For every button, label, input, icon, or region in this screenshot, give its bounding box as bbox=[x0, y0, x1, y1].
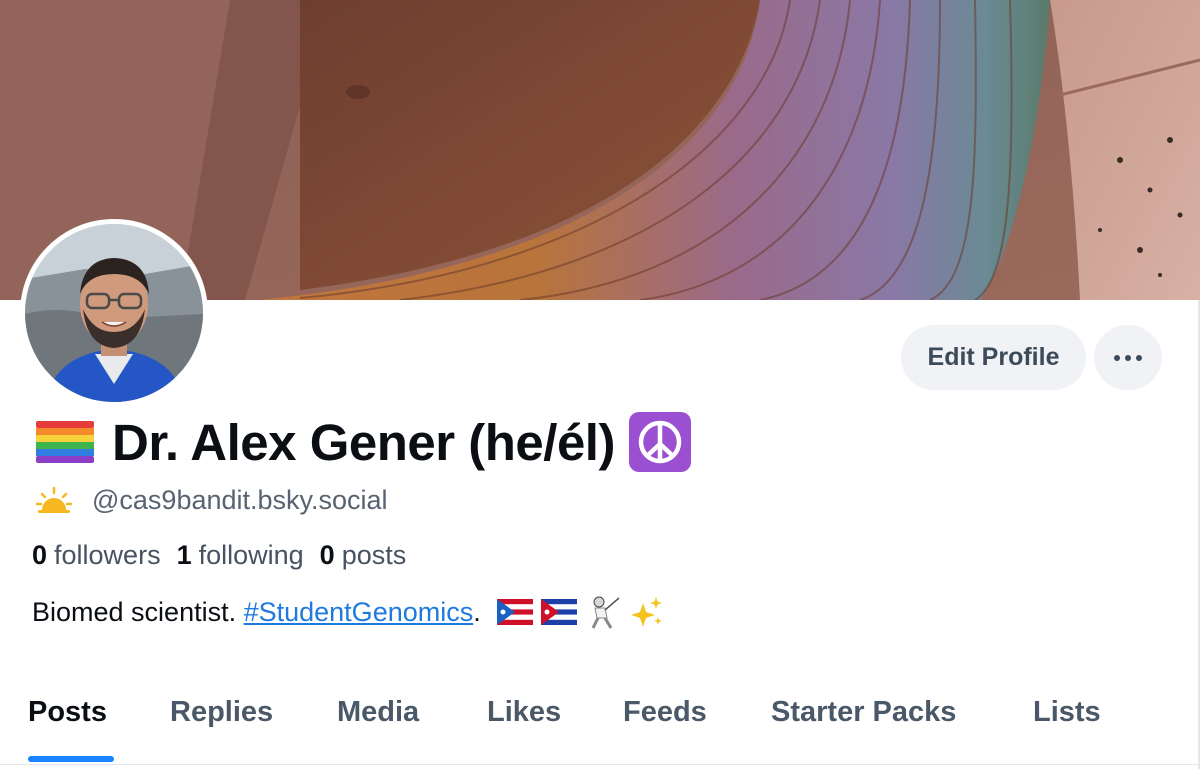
tab-feeds[interactable]: Feeds bbox=[623, 696, 707, 729]
ellipsis-icon bbox=[1114, 354, 1142, 361]
rainbow-flag-icon bbox=[36, 421, 94, 463]
profile-bio: Biomed scientist. #StudentGenomics . bbox=[32, 592, 665, 632]
tab-media[interactable]: Media bbox=[337, 696, 419, 729]
sparkles-icon bbox=[630, 597, 662, 627]
followers-label[interactable]: followers bbox=[54, 540, 161, 571]
display-name: Dr. Alex Gener (he/él) bbox=[112, 413, 615, 471]
hashtag-link[interactable]: #StudentGenomics bbox=[244, 597, 474, 628]
avatar-photo bbox=[25, 224, 203, 402]
posts-count: 0 bbox=[319, 539, 335, 570]
bio-emojis bbox=[496, 594, 665, 630]
tab-lists[interactable]: Lists bbox=[1033, 696, 1101, 729]
bio-text: Biomed scientist. bbox=[32, 596, 244, 627]
following-label[interactable]: following bbox=[199, 540, 304, 571]
followers-count[interactable]: 0 bbox=[32, 540, 47, 571]
tab-starter-packs[interactable]: Starter Packs bbox=[771, 696, 956, 729]
sunrise-icon bbox=[36, 486, 72, 513]
profile-page: Edit Profile Dr. Alex Gener (he/él) @cas… bbox=[0, 0, 1200, 769]
handle-row: @cas9bandit.bsky.social bbox=[36, 482, 388, 518]
bio-period: . bbox=[473, 596, 481, 627]
peace-symbol-icon bbox=[628, 412, 691, 472]
active-tab-indicator bbox=[28, 756, 114, 762]
fencer-icon bbox=[591, 596, 620, 629]
tabs-divider bbox=[0, 764, 1198, 765]
following-count[interactable]: 1 bbox=[177, 540, 192, 571]
profile-stats: 0 followers 1 following 0 posts bbox=[32, 537, 422, 573]
tab-replies[interactable]: Replies bbox=[170, 696, 273, 729]
profile-handle: @cas9bandit.bsky.social bbox=[92, 484, 388, 515]
display-name-row: Dr. Alex Gener (he/él) bbox=[36, 410, 691, 474]
posts-label: posts bbox=[341, 539, 407, 570]
avatar[interactable] bbox=[20, 219, 208, 407]
edit-profile-button[interactable]: Edit Profile bbox=[901, 325, 1086, 390]
cuba-flag-icon bbox=[540, 599, 577, 625]
tab-likes[interactable]: Likes bbox=[487, 696, 561, 729]
more-options-button[interactable] bbox=[1094, 325, 1162, 390]
tab-posts[interactable]: Posts bbox=[28, 696, 107, 729]
profile-tabs: Posts Replies Media Likes Feeds Starter … bbox=[0, 688, 1198, 769]
puerto-rico-flag-icon bbox=[496, 599, 533, 625]
